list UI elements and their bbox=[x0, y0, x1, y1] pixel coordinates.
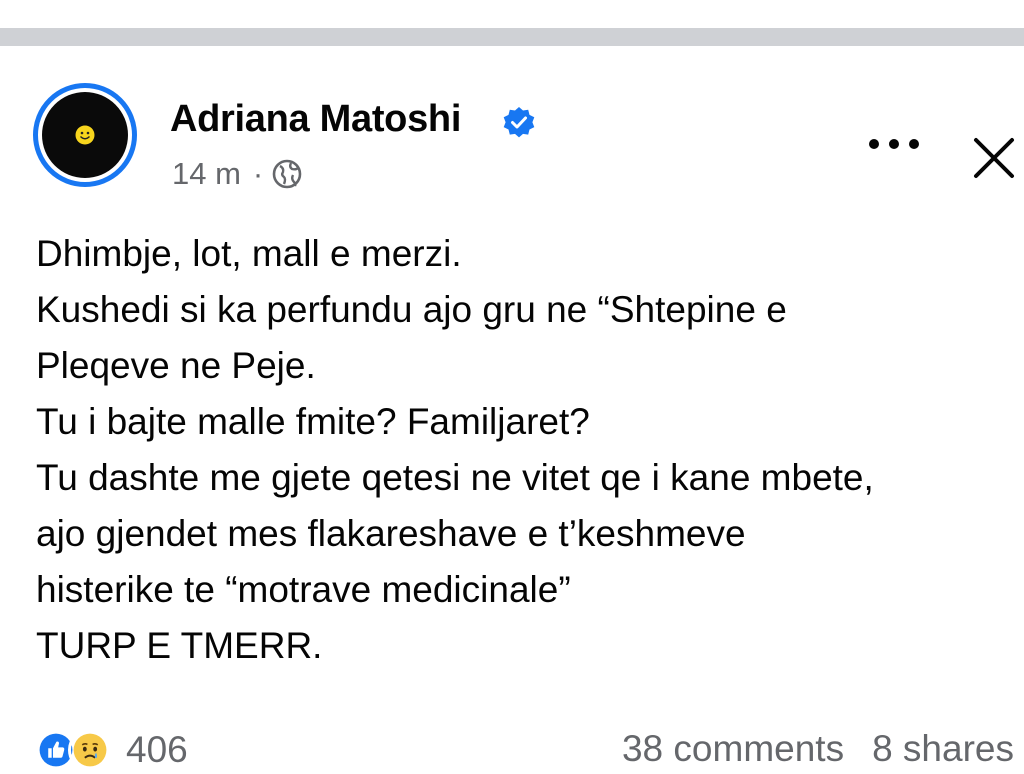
post-text-line: Pleqeve ne Peje. bbox=[36, 345, 316, 386]
author-avatar[interactable] bbox=[33, 83, 137, 187]
meta-separator: · bbox=[252, 156, 264, 191]
post-text-line: Tu i bajte malle fmite? Familjaret? bbox=[36, 401, 590, 442]
avatar-image bbox=[42, 92, 128, 178]
post-text-line: Kushedi si ka perfundu ajo gru ne “Shtep… bbox=[36, 289, 787, 330]
post-text-line: ajo gjendet mes flakareshave e t’keshmev… bbox=[36, 513, 746, 554]
shares-count-link[interactable]: 8 shares bbox=[872, 728, 1014, 769]
verified-badge-icon bbox=[503, 107, 535, 138]
reaction-count: 406 bbox=[126, 729, 188, 770]
more-options-icon[interactable] bbox=[866, 134, 922, 154]
post-meta: 14 m · bbox=[172, 156, 303, 192]
post-text-line: Tu dashte me gjete qetesi ne vitet qe i … bbox=[36, 457, 874, 498]
smiley-icon bbox=[75, 125, 95, 145]
engagement-stats: 38 comments 8 shares bbox=[622, 728, 1014, 770]
post-text-line: TURP E TMERR. bbox=[36, 625, 323, 666]
comments-count-link[interactable]: 38 comments bbox=[622, 728, 844, 769]
post-text-line: Dhimbje, lot, mall e merzi. bbox=[36, 233, 462, 274]
post-card: Adriana Matoshi 14 m · Dhimbje, lot, mal… bbox=[0, 46, 1024, 774]
post-time[interactable]: 14 m bbox=[172, 156, 241, 192]
post-body-text: Dhimbje, lot, mall e merzi. Kushedi si k… bbox=[36, 226, 1016, 674]
author-name[interactable]: Adriana Matoshi bbox=[170, 98, 461, 141]
close-icon[interactable] bbox=[970, 134, 1018, 182]
globe-icon[interactable] bbox=[271, 158, 303, 190]
post-text-line: histerike te “motrave medicinale” bbox=[36, 569, 571, 610]
top-separator-bar bbox=[0, 28, 1024, 46]
sad-reaction-icon bbox=[68, 728, 112, 772]
reactions-summary[interactable]: 406 bbox=[34, 728, 188, 772]
